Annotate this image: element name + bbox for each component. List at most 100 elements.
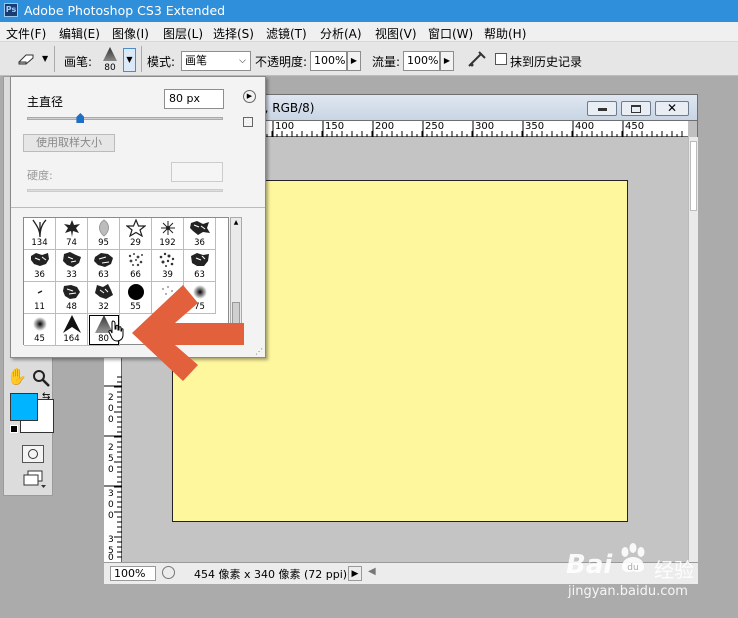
flow-slider-button[interactable]: ▶	[440, 51, 454, 71]
brush-label: 画笔:	[64, 55, 93, 69]
ruler-label: 0	[108, 415, 114, 425]
scroll-up-icon[interactable]: ▲	[232, 219, 240, 227]
mode-label: 模式:	[147, 55, 176, 69]
triangle-brush-icon	[103, 47, 117, 61]
scroll-left-icon[interactable]: ◀	[368, 566, 376, 577]
hand-tool-icon[interactable]: ✋	[6, 367, 28, 389]
menu-filter[interactable]: 滤镜(T)	[266, 25, 307, 42]
menu-edit[interactable]: 编辑(E)	[59, 25, 100, 42]
vertical-scrollbar[interactable]	[688, 137, 698, 562]
default-colors-icon[interactable]	[10, 425, 18, 433]
brush-preset[interactable]: 63	[88, 250, 120, 282]
opacity-label: 不透明度:	[255, 55, 308, 69]
brush-preset[interactable]: 36	[184, 218, 216, 250]
grass-brush-icon	[31, 219, 46, 237]
minimize-button[interactable]	[587, 101, 617, 116]
dry-brush-icon	[159, 252, 174, 267]
brush-preset[interactable]: 192	[152, 218, 184, 250]
ruler-label: 0	[108, 404, 114, 414]
tool-preset-chevron-icon[interactable]: ▼	[42, 54, 48, 63]
arrowhead-brush-icon	[62, 315, 81, 333]
brush-picker-dropdown-button[interactable]: ▼	[123, 48, 136, 72]
brush-preset[interactable]: 33	[56, 250, 88, 282]
brush-preset[interactable]: 48	[56, 282, 88, 314]
ruler-label: 5	[108, 454, 114, 464]
brush-preview[interactable]: 80	[98, 45, 122, 73]
brush-preset[interactable]: 134	[24, 218, 56, 250]
soft-round-brush-icon	[32, 317, 47, 331]
flow-input[interactable]: 100%	[403, 51, 440, 71]
brush-size-label: 164	[63, 334, 80, 344]
brush-size-label: 48	[66, 302, 77, 312]
scatter-brush-icon	[93, 253, 113, 267]
opacity-slider-button[interactable]: ▶	[347, 51, 361, 71]
annotation-arrow-icon	[128, 283, 248, 383]
mode-value: 画笔	[185, 54, 207, 67]
ruler-label: 0	[108, 465, 114, 475]
ruler-label: 350	[525, 121, 545, 132]
brush-size-label: 134	[31, 238, 48, 248]
mode-select[interactable]: 画笔 ⌵	[181, 51, 251, 71]
eraser-tool-icon[interactable]	[16, 52, 36, 66]
menu-window[interactable]: 窗口(W)	[428, 25, 473, 42]
diameter-slider-track[interactable]	[27, 113, 223, 123]
menu-bar: 文件(F) 编辑(E) 图像(I) 图层(L) 选择(S) 滤镜(T) 分析(A…	[0, 22, 738, 42]
airbrush-icon[interactable]	[466, 50, 488, 68]
zoom-tool-icon[interactable]	[30, 367, 52, 389]
divider	[54, 46, 55, 72]
star-outline-brush-icon	[125, 219, 146, 237]
divider	[141, 46, 142, 72]
hardness-input[interactable]	[171, 162, 223, 182]
hardness-label: 硬度:	[27, 169, 53, 182]
document-size-info: 454 像素 x 340 像素 (72 ppi)	[194, 568, 348, 581]
brush-preset[interactable]: 66	[120, 250, 152, 282]
close-icon: ✕	[667, 101, 678, 115]
diameter-slider-thumb[interactable]	[76, 113, 85, 123]
restore-button[interactable]	[621, 101, 651, 116]
brush-preset[interactable]: 45	[24, 314, 56, 346]
foreground-color-swatch[interactable]	[10, 393, 38, 421]
swap-colors-icon[interactable]: ⇆	[42, 391, 50, 402]
menu-layer[interactable]: 图层(L)	[163, 25, 203, 42]
brush-preset[interactable]: 29	[120, 218, 152, 250]
brush-preset[interactable]: 74	[56, 218, 88, 250]
brush-preset[interactable]: 36	[24, 250, 56, 282]
quick-mask-icon[interactable]	[22, 445, 44, 463]
brush-size-label: 63	[194, 270, 205, 280]
erase-to-history-checkbox[interactable]	[495, 53, 507, 65]
brush-preset[interactable]: 164	[56, 314, 88, 346]
divider	[11, 207, 265, 208]
zoom-level-input[interactable]: 100%	[110, 566, 156, 581]
use-sample-size-button[interactable]: 使用取样大小	[23, 134, 115, 152]
brush-size-label: 39	[162, 270, 173, 280]
status-icon[interactable]	[162, 566, 175, 579]
opacity-input[interactable]: 100%	[310, 51, 347, 71]
brush-preset[interactable]: 63	[184, 250, 216, 282]
ruler-label: 100	[275, 121, 295, 132]
leaf-brush-icon	[63, 220, 80, 237]
menu-view[interactable]: 视图(V)	[375, 25, 417, 42]
window-title: Adobe Photoshop CS3 Extended	[24, 3, 226, 18]
menu-select[interactable]: 选择(S)	[213, 25, 254, 42]
brush-preset[interactable]: 39	[152, 250, 184, 282]
menu-image[interactable]: 图像(I)	[112, 25, 149, 42]
brush-preset[interactable]: 32	[88, 282, 120, 314]
brush-size-value: 80	[104, 63, 116, 73]
diameter-input[interactable]: 80 px	[164, 89, 224, 109]
ruler-label: 250	[425, 121, 445, 132]
panel-menu-icon[interactable]: ▶	[243, 90, 256, 103]
resize-icon[interactable]	[243, 117, 253, 127]
status-menu-arrow-icon[interactable]: ▶	[348, 566, 362, 581]
brush-size-label: 192	[159, 238, 176, 248]
resize-grip-icon[interactable]: ⋰	[255, 347, 263, 356]
menu-file[interactable]: 文件(F)	[6, 25, 46, 42]
brush-preset[interactable]: 95	[88, 218, 120, 250]
menu-help[interactable]: 帮助(H)	[484, 25, 526, 42]
scatter-brush-icon	[94, 284, 113, 299]
menu-analysis[interactable]: 分析(A)	[320, 25, 362, 42]
baidu-watermark: Bai du 经验 jingyan.baidu.com	[566, 536, 706, 606]
close-button[interactable]: ✕	[655, 101, 689, 116]
screen-mode-icon[interactable]	[22, 469, 48, 489]
scrollbar-thumb[interactable]	[690, 141, 697, 211]
brush-preset[interactable]: 11	[24, 282, 56, 314]
